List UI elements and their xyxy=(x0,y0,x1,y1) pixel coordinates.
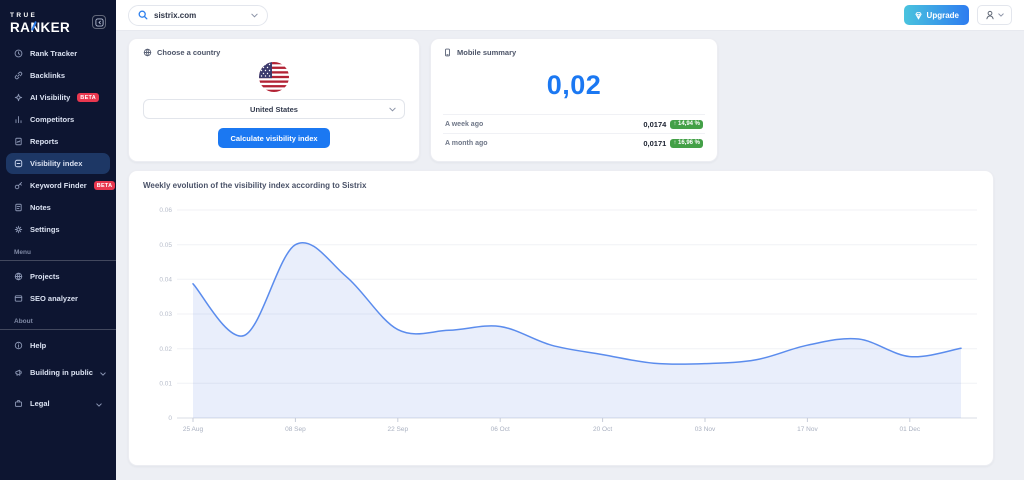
globe-icon xyxy=(143,48,152,57)
user-icon xyxy=(985,10,995,20)
briefcase-icon xyxy=(14,399,23,408)
search-value: sistrix.com xyxy=(154,11,245,20)
svg-text:0.01: 0.01 xyxy=(159,381,172,388)
sidebar-item-notes[interactable]: Notes xyxy=(6,197,110,218)
chevron-down-icon xyxy=(389,107,396,112)
sidebar-item-competitors[interactable]: Competitors xyxy=(6,109,110,130)
browser-icon xyxy=(14,294,23,303)
report-icon xyxy=(14,137,23,146)
svg-text:0.06: 0.06 xyxy=(159,207,172,214)
svg-text:01 Dec: 01 Dec xyxy=(899,426,920,433)
info-icon xyxy=(14,341,23,350)
chevron-down-icon xyxy=(251,13,258,18)
month-ago-value: 0,0171 xyxy=(643,139,666,148)
calculate-visibility-button[interactable]: Calculate visibility index xyxy=(218,128,329,148)
change-badge: ↑ 16,96 % xyxy=(670,139,703,148)
main-area: Choose a country United States xyxy=(116,31,1024,473)
svg-text:25 Aug: 25 Aug xyxy=(183,426,204,433)
us-flag-icon xyxy=(259,62,289,92)
globe-icon xyxy=(14,272,23,281)
sparkle-icon xyxy=(14,93,23,102)
brand-line2: RANKER xyxy=(10,20,70,35)
brand-logo: TRUE RANKER xyxy=(10,12,70,35)
country-select-value: United States xyxy=(250,105,298,114)
svg-text:0: 0 xyxy=(168,415,172,422)
svg-text:17 Nov: 17 Nov xyxy=(797,426,818,433)
sidebar-item-backlinks[interactable]: Backlinks xyxy=(6,65,110,86)
sidebar-nav: Rank Tracker Backlinks AI Visibility BET… xyxy=(0,43,116,418)
sidebar-item-projects[interactable]: Projects xyxy=(6,266,110,287)
chevron-down-icon xyxy=(998,13,1004,17)
summary-row-week: A week ago 0,0174 ↑ 14,94 % xyxy=(443,114,705,133)
gear-icon xyxy=(14,225,23,234)
mobile-summary-card: Mobile summary 0,02 A week ago 0,0174 ↑ … xyxy=(430,38,718,162)
note-icon xyxy=(14,203,23,212)
change-badge: ↑ 14,94 % xyxy=(670,120,703,129)
sidebar-item-seo-analyzer[interactable]: SEO analyzer xyxy=(6,288,110,309)
beta-badge: BETA xyxy=(77,93,99,102)
key-icon xyxy=(14,181,23,190)
chevron-down-icon xyxy=(100,363,106,381)
svg-text:0.02: 0.02 xyxy=(159,346,172,353)
gem-icon xyxy=(914,11,923,20)
card-title: Choose a country xyxy=(157,48,220,57)
collapse-icon xyxy=(95,18,104,27)
topbar: sistrix.com Upgrade xyxy=(116,0,1024,31)
sidebar-item-visibility-index[interactable]: Visibility index xyxy=(6,153,110,174)
current-visibility-value: 0,02 xyxy=(443,57,705,114)
svg-text:0.03: 0.03 xyxy=(159,311,172,318)
svg-text:0.05: 0.05 xyxy=(159,242,172,249)
domain-search-select[interactable]: sistrix.com xyxy=(128,5,268,26)
upgrade-button[interactable]: Upgrade xyxy=(904,5,969,25)
country-select[interactable]: United States xyxy=(143,99,405,119)
chevron-down-icon xyxy=(96,394,102,412)
svg-text:06 Oct: 06 Oct xyxy=(491,426,510,433)
sidebar-item-keyword-finder[interactable]: Keyword Finder BETA xyxy=(6,175,110,196)
divider xyxy=(0,260,116,261)
svg-text:03 Nov: 03 Nov xyxy=(695,426,716,433)
divider xyxy=(0,329,116,330)
phone-icon xyxy=(443,48,452,57)
sidebar-section-menu: Menu xyxy=(6,241,110,260)
chart-title: Weekly evolution of the visibility index… xyxy=(143,181,979,190)
search-icon xyxy=(138,10,148,20)
sidebar-item-rank-tracker[interactable]: Rank Tracker xyxy=(6,43,110,64)
visibility-chart-card: Weekly evolution of the visibility index… xyxy=(128,170,994,466)
sidebar-collapse-button[interactable] xyxy=(92,15,106,29)
sidebar-item-legal[interactable]: Legal xyxy=(6,388,110,418)
sidebar-item-ai-visibility[interactable]: AI Visibility BETA xyxy=(6,87,110,108)
sidebar: TRUE RANKER Rank Tracker Backlinks AI Vi… xyxy=(0,0,116,480)
upgrade-label: Upgrade xyxy=(927,11,959,20)
svg-text:08 Sep: 08 Sep xyxy=(285,426,306,433)
beta-badge: BETA xyxy=(94,181,116,190)
choose-country-card: Choose a country United States xyxy=(128,38,420,162)
svg-text:22 Sep: 22 Sep xyxy=(387,426,408,433)
user-menu-button[interactable] xyxy=(977,5,1012,25)
svg-text:0.04: 0.04 xyxy=(159,277,172,284)
megaphone-icon xyxy=(14,368,23,377)
sidebar-section-about: About xyxy=(6,310,110,329)
app-root: TRUE RANKER Rank Tracker Backlinks AI Vi… xyxy=(0,0,1024,480)
gauge-icon xyxy=(14,159,23,168)
brand-line1: TRUE xyxy=(10,12,70,19)
week-ago-value: 0,0174 xyxy=(643,120,666,129)
summary-row-month: A month ago 0,0171 ↑ 16,96 % xyxy=(443,133,705,152)
sidebar-item-settings[interactable]: Settings xyxy=(6,219,110,240)
sidebar-item-help[interactable]: Help xyxy=(6,335,110,356)
card-title: Mobile summary xyxy=(457,48,516,57)
bar-chart-icon xyxy=(14,115,23,124)
visibility-area-chart[interactable]: 0 0.01 0.02 0.03 0.04 0.05 0.06 25 Aug 08 Sep 22 … xyxy=(143,198,979,455)
sidebar-item-building-in-public[interactable]: Building in public xyxy=(6,357,110,387)
link-icon xyxy=(14,71,23,80)
svg-text:20 Oct: 20 Oct xyxy=(593,426,612,433)
sidebar-item-reports[interactable]: Reports xyxy=(6,131,110,152)
clock-icon xyxy=(14,49,23,58)
